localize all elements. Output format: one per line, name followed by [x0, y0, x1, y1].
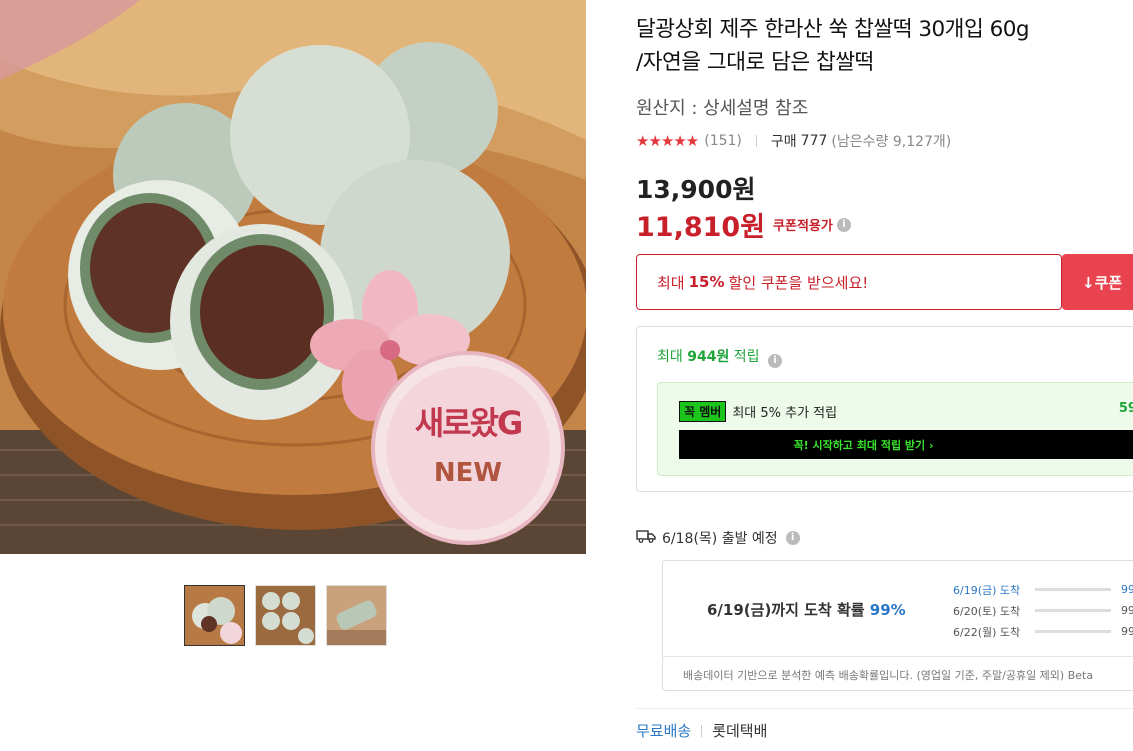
arrival-row-label: 6/22(월) 도착: [953, 625, 1021, 639]
star-rating-icon: ★★★★★: [636, 132, 699, 150]
coupon-percent: 15%: [688, 273, 725, 291]
truck-icon: [636, 529, 656, 547]
arrival-row-bar: [1035, 630, 1111, 633]
arrival-row-percent: 99%: [1121, 604, 1133, 617]
reward-box: 최대 944원 적립 i 꼭 멤버 최대 5% 추가 적립 590 꼭! 시작하…: [636, 326, 1133, 492]
shipping-method-row: 무료배송 롯데택배: [636, 708, 1133, 741]
divider: [755, 135, 757, 147]
thumbnail-3[interactable]: [326, 585, 387, 646]
free-shipping-label: 무료배송: [636, 722, 692, 740]
purchase-label: 구매: [770, 134, 797, 150]
dispatch-date: 6/18(목) 출발 예정: [662, 531, 778, 547]
membership-start-button[interactable]: 꼭! 시작하고 최대 적립 받기 ›: [679, 430, 1133, 459]
product-title: 달광상회 제주 한라산 쑥 찹쌀떡 30개입 60g /자연을 그대로 담은 찹…: [636, 13, 1133, 79]
thumbnail-strip: [184, 585, 387, 646]
sale-price-row: 11,810원 쿠폰적용가 i: [636, 205, 851, 244]
membership-row: 꼭 멤버 최대 5% 추가 적립: [679, 401, 837, 422]
reward-prefix: 최대: [657, 349, 683, 365]
arrival-percent: 99%: [869, 601, 906, 619]
coupon-prefix: 최대: [657, 273, 685, 292]
purchase-count: 777: [800, 133, 828, 149]
arrival-row-percent: 99%: [1121, 625, 1133, 638]
arrival-distribution: 6/19(금) 도착 99% 6/20(토) 도착 99% 6/22(월) 도착 99%: [953, 579, 1133, 642]
product-title-line1: 달광상회 제주 한라산 쑥 찹쌀떡 30개입 60g: [636, 17, 1030, 42]
review-count-link[interactable]: (151): [704, 133, 742, 149]
delivery-probability-box: 6/19(금)까지 도착 확률 99% 6/19(금) 도착99%6/20(토)…: [662, 560, 1133, 691]
info-icon[interactable]: i: [836, 217, 851, 232]
arrival-probability: 6/19(금)까지 도착 확률 99%: [707, 599, 906, 620]
reward-suffix: 적립: [733, 349, 760, 365]
rating-row: ★★★★★ (151) 구매 777 (남은수량 9,127개): [636, 131, 951, 151]
coupon-price-label: 쿠폰적용가: [773, 219, 833, 234]
carrier-label: 롯데택배: [712, 722, 768, 740]
coupon-download-button[interactable]: ↓쿠폰: [1062, 254, 1133, 310]
original-price: 13,900원: [636, 175, 756, 204]
arrival-row: 6/19(금) 도착 99%: [953, 579, 1133, 600]
product-main-image: 새로왔G NEW: [0, 0, 586, 554]
reward-title: 최대 944원 적립 i: [657, 346, 782, 368]
divider: [701, 724, 703, 737]
thumbnail-1[interactable]: [184, 585, 245, 646]
membership-badge: 꼭 멤버: [679, 401, 727, 422]
arrival-prefix: 6/19(금)까지 도착 확률: [707, 601, 865, 619]
arrival-row-bar: [1035, 609, 1111, 612]
arrival-row-label: 6/19(금) 도착: [953, 583, 1021, 597]
coupon-suffix: 할인 쿠폰을 받으세요!: [728, 273, 869, 292]
new-badge-title: 새로왔G: [414, 404, 524, 442]
coupon-banner[interactable]: 최대 15% 할인 쿠폰을 받으세요!: [636, 254, 1062, 310]
origin-label: 원산지 : 상세설명 참조: [636, 98, 809, 119]
arrival-row-label: 6/20(토) 도착: [953, 604, 1021, 618]
sale-price: 11,810원: [636, 212, 766, 243]
thumbnail-2[interactable]: [255, 585, 316, 646]
product-title-line2: /자연을 그대로 담은 찹쌀떡: [636, 50, 874, 75]
info-icon[interactable]: i: [785, 531, 800, 545]
info-icon[interactable]: i: [768, 354, 782, 368]
membership-amount: 590: [1118, 401, 1133, 416]
membership-box: 꼭 멤버 최대 5% 추가 적립 590 꼭! 시작하고 최대 적립 받기 ›: [657, 382, 1133, 476]
new-badge-sub: NEW: [433, 458, 503, 488]
arrival-row: 6/20(토) 도착 99%: [953, 600, 1133, 621]
membership-text: 최대 5% 추가 적립: [732, 406, 838, 421]
remaining-stock: (남은수량 9,127개): [831, 134, 952, 150]
arrival-row-percent: 99%: [1121, 583, 1133, 596]
reward-amount: 944원: [687, 349, 730, 365]
arrival-row: 6/22(월) 도착 99%: [953, 621, 1133, 642]
delivery-footnote: 배송데이터 기반으로 분석한 예측 배송확률입니다. (영업일 기준, 주말/공…: [663, 656, 1133, 683]
arrival-row-bar: [1035, 588, 1111, 591]
dispatch-row: 6/18(목) 출발 예정 i: [636, 528, 800, 548]
